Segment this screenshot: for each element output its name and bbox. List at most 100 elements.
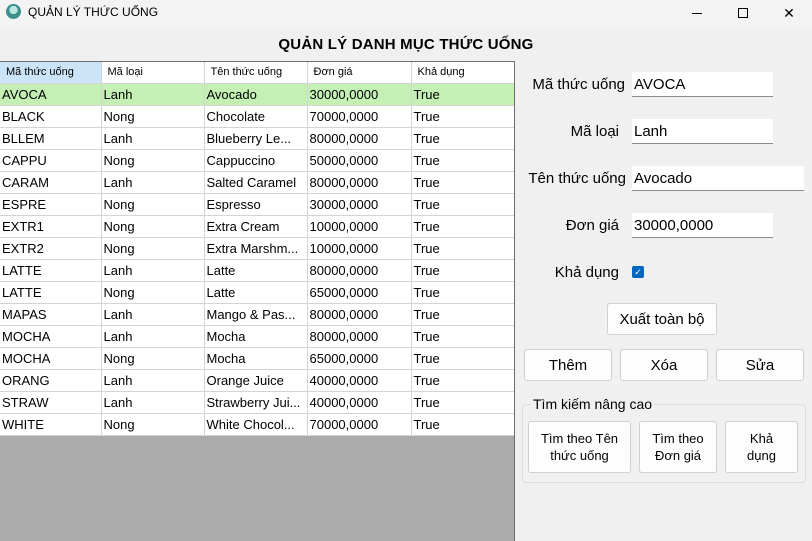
kha-dung-cell: True [411, 193, 514, 216]
ma-thuc-uong-cell: MOCHA [0, 325, 102, 348]
ten-thuc-uong-cell: White Chocol... [204, 413, 308, 436]
ten-thuc-uong-cell: Orange Juice [204, 369, 308, 392]
kha-dung-cell: True [411, 83, 514, 106]
table-row[interactable]: MOCHA Nong Mocha 65000,0000 True [0, 347, 514, 370]
ma-loai-label: Mã loại [570, 123, 619, 140]
ma-thuc-uong-cell: LATTE [0, 281, 102, 304]
table-row[interactable]: STRAW Lanh Strawberry Jui... 40000,0000 True [0, 391, 514, 414]
ma-thuc-uong-cell: CARAM [0, 171, 102, 194]
table-row[interactable]: BLLEM Lanh Blueberry Le... 80000,0000 True [0, 127, 514, 150]
ma-loai-cell: Nong [101, 413, 205, 436]
advanced-search-title: Tìm kiếm nâng cao [531, 396, 655, 412]
ma-thuc-uong-cell: STRAW [0, 391, 102, 414]
kha-dung-cell: True [411, 237, 514, 260]
ma-thuc-uong-cell: BLLEM [0, 127, 102, 150]
ma-loai-cell: Lanh [101, 83, 205, 106]
table-row[interactable]: AVOCA Lanh Avocado 30000,0000 True [0, 83, 514, 106]
search-by-name-button[interactable]: Tìm theo Tên thức uống [528, 421, 631, 473]
ten-thuc-uong-field[interactable] [632, 166, 804, 191]
don-gia-cell: 40000,0000 [307, 369, 412, 392]
delete-button[interactable]: Xóa [620, 349, 708, 381]
ten-thuc-uong-cell: Strawberry Jui... [204, 391, 308, 414]
ten-thuc-uong-cell: Chocolate [204, 105, 308, 128]
close-icon: ✕ [783, 4, 795, 21]
edit-button[interactable]: Sửa [716, 349, 804, 381]
search-by-available-button[interactable]: Khả dụng [725, 421, 798, 473]
app-icon [6, 4, 21, 19]
ma-thuc-uong-cell: EXTR2 [0, 237, 102, 260]
maximize-icon [738, 8, 748, 18]
ma-thuc-uong-cell: CAPPU [0, 149, 102, 172]
table-row[interactable]: BLACK Nong Chocolate 70000,0000 True [0, 105, 514, 128]
table-row[interactable]: ESPRE Nong Espresso 30000,0000 True [0, 193, 514, 216]
table-header-row: Mã thức uống Mã loại Tên thức uống Đơn g… [0, 62, 514, 84]
table-row[interactable]: EXTR2 Nong Extra Marshm... 10000,0000 True [0, 237, 514, 260]
ma-thuc-uong-cell: ESPRE [0, 193, 102, 216]
don-gia-cell: 10000,0000 [307, 237, 412, 260]
ma-loai-cell: Lanh [101, 391, 205, 414]
search-by-price-button[interactable]: Tìm theo Đơn giá [639, 421, 717, 473]
ma-loai-cell: Lanh [101, 369, 205, 392]
kha-dung-checkbox[interactable]: ✓ [632, 266, 644, 278]
ma-loai-field[interactable] [632, 119, 773, 144]
kha-dung-cell: True [411, 413, 514, 436]
kha-dung-cell: True [411, 149, 514, 172]
minimize-button[interactable] [674, 0, 720, 26]
ma-thuc-uong-field[interactable] [632, 72, 773, 97]
ma-loai-cell: Lanh [101, 171, 205, 194]
ma-loai-cell: Lanh [101, 303, 205, 326]
don-gia-cell: 30000,0000 [307, 83, 412, 106]
add-button[interactable]: Thêm [524, 349, 612, 381]
ma-thuc-uong-cell: EXTR1 [0, 215, 102, 238]
ma-loai-cell: Nong [101, 237, 205, 260]
column-header-ma-thuc-uong[interactable]: Mã thức uống [0, 62, 102, 84]
ten-thuc-uong-cell: Mango & Pas... [204, 303, 308, 326]
table-row[interactable]: CARAM Lanh Salted Caramel 80000,0000 True [0, 171, 514, 194]
table-row[interactable]: MAPAS Lanh Mango & Pas... 80000,0000 True [0, 303, 514, 326]
ten-thuc-uong-cell: Cappuccino [204, 149, 308, 172]
table-row[interactable]: EXTR1 Nong Extra Cream 10000,0000 True [0, 215, 514, 238]
kha-dung-cell: True [411, 259, 514, 282]
kha-dung-label: Khả dụng [554, 264, 619, 281]
don-gia-cell: 80000,0000 [307, 325, 412, 348]
ma-loai-cell: Lanh [101, 259, 205, 282]
column-header-kha-dung[interactable]: Khả dụng [411, 62, 514, 84]
don-gia-label: Đơn giá [565, 217, 619, 234]
don-gia-cell: 70000,0000 [307, 413, 412, 436]
table-row[interactable]: ORANG Lanh Orange Juice 40000,0000 True [0, 369, 514, 392]
ma-loai-cell: Nong [101, 105, 205, 128]
ma-thuc-uong-cell: ORANG [0, 369, 102, 392]
column-header-ten-thuc-uong[interactable]: Tên thức uống [204, 62, 308, 84]
ma-loai-cell: Nong [101, 215, 205, 238]
ma-thuc-uong-cell: LATTE [0, 259, 102, 282]
search-by-name-line1: Tìm theo Tên [540, 431, 619, 446]
ma-loai-cell: Lanh [101, 127, 205, 150]
page-title: QUẢN LÝ DANH MỤC THỨC UỐNG [278, 36, 534, 53]
ma-loai-cell: Nong [101, 193, 205, 216]
checkmark-icon: ✓ [634, 267, 642, 277]
column-header-ma-loai[interactable]: Mã loại [101, 62, 205, 84]
ma-thuc-uong-cell: AVOCA [0, 83, 102, 106]
table-row[interactable]: CAPPU Nong Cappuccino 50000,0000 True [0, 149, 514, 172]
table-row[interactable]: LATTE Lanh Latte 80000,0000 True [0, 259, 514, 282]
don-gia-cell: 70000,0000 [307, 105, 412, 128]
ten-thuc-uong-cell: Avocado [204, 83, 308, 106]
kha-dung-cell: True [411, 369, 514, 392]
export-all-button[interactable]: Xuất toàn bộ [607, 303, 717, 335]
drink-data-grid[interactable]: Mã thức uống Mã loại Tên thức uống Đơn g… [0, 61, 515, 541]
search-by-available-line2: dụng [747, 448, 776, 463]
column-header-don-gia[interactable]: Đơn giá [307, 62, 412, 84]
don-gia-cell: 30000,0000 [307, 193, 412, 216]
ma-thuc-uong-cell: WHITE [0, 413, 102, 436]
don-gia-field[interactable] [632, 213, 773, 238]
table-row[interactable]: LATTE Nong Latte 65000,0000 True [0, 281, 514, 304]
don-gia-cell: 80000,0000 [307, 171, 412, 194]
table-row[interactable]: MOCHA Lanh Mocha 80000,0000 True [0, 325, 514, 348]
ma-thuc-uong-cell: BLACK [0, 105, 102, 128]
ten-thuc-uong-cell: Latte [204, 259, 308, 282]
close-button[interactable]: ✕ [766, 0, 812, 26]
maximize-button[interactable] [720, 0, 766, 26]
kha-dung-cell: True [411, 105, 514, 128]
don-gia-cell: 65000,0000 [307, 347, 412, 370]
table-row[interactable]: WHITE Nong White Chocol... 70000,0000 True [0, 413, 514, 436]
